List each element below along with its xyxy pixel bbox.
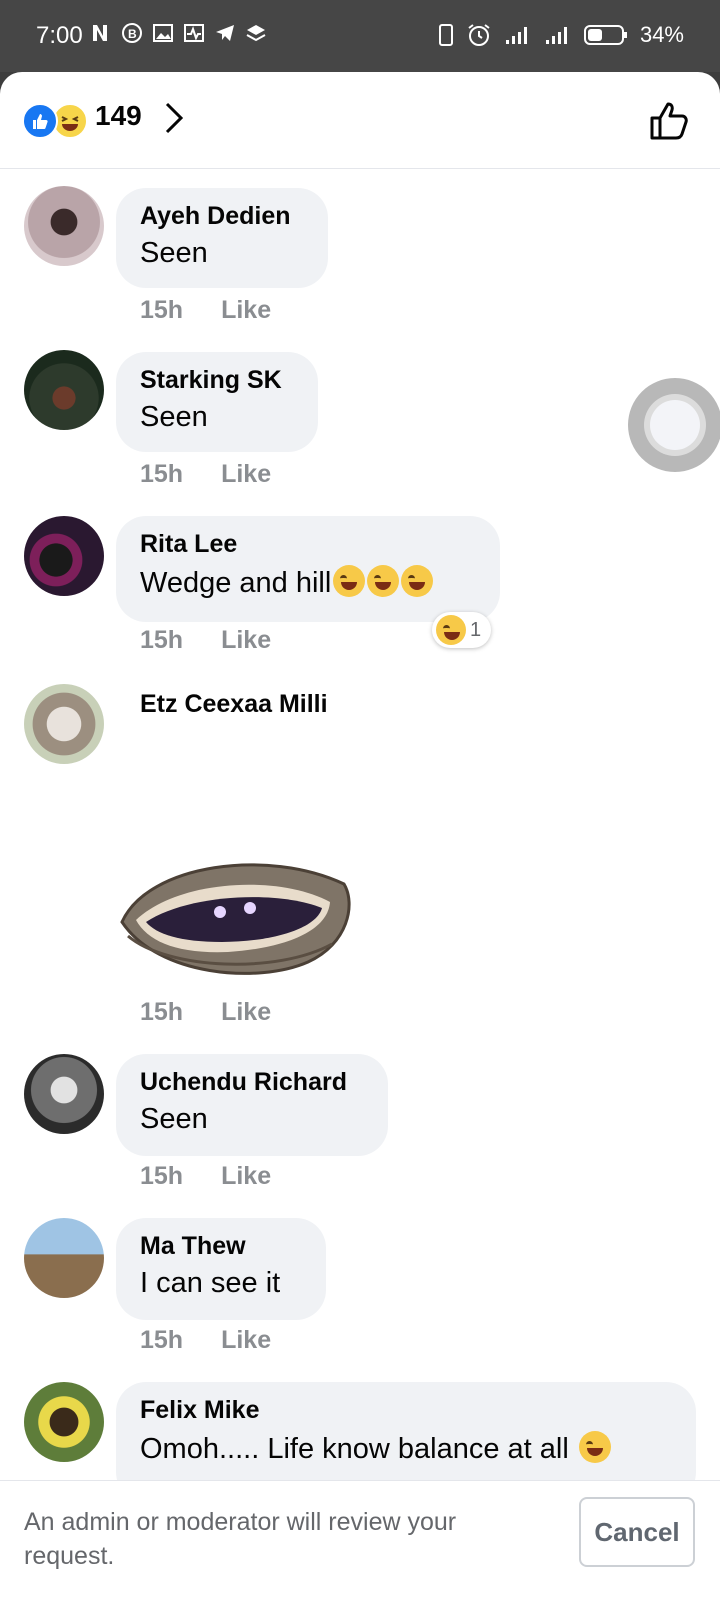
review-notice: An admin or moderator will review your r… <box>24 1508 457 1570</box>
comment-bubble[interactable]: Ayeh Dedien Seen <box>116 188 328 288</box>
comment-like-link[interactable]: Like <box>221 626 271 655</box>
pending-review-footer: An admin or moderator will review your r… <box>0 1480 720 1601</box>
comment-text: Seen <box>140 1103 208 1135</box>
commenter-name[interactable]: Rita Lee <box>140 530 476 559</box>
status-time: 7:00 <box>36 22 83 49</box>
comment-time: 15h <box>140 296 184 324</box>
status-bar: 7:00 B 34% <box>0 0 720 72</box>
comment-meta: 15h Like <box>140 460 271 489</box>
alarm-icon <box>468 24 490 46</box>
comments-sheet: 149 Ayeh Dedien Seen 15h Like Starking S… <box>0 72 720 1600</box>
commenter-name[interactable]: Ma Thew <box>140 1232 302 1261</box>
comment-text: Seen <box>140 401 208 433</box>
signal-icon <box>505 27 527 44</box>
reactions-header: 149 <box>0 72 720 169</box>
joy-emoji-icon <box>578 1431 611 1463</box>
like-button-icon[interactable] <box>648 98 692 142</box>
comment-meta: 15h Like <box>140 1162 271 1191</box>
activity-icon <box>184 24 204 42</box>
joy-emoji-icon <box>333 565 366 597</box>
system-status-icons: 34% <box>438 22 684 48</box>
comment-like-link[interactable]: Like <box>221 1326 271 1355</box>
comment-meta: 15h Like <box>140 626 271 655</box>
comment-meta: 15h Like <box>140 998 271 1027</box>
comment-like-link[interactable]: Like <box>221 296 271 325</box>
comment-bubble[interactable]: Starking SK Seen <box>116 352 318 452</box>
cancel-button[interactable]: Cancel <box>579 1497 695 1567</box>
comment-like-link[interactable]: Like <box>221 998 271 1027</box>
avatar[interactable] <box>24 516 104 596</box>
battery-icon <box>583 25 627 45</box>
comment-time: 15h <box>140 1162 184 1190</box>
reaction-count: 149 <box>95 100 142 131</box>
commenter-name[interactable]: Starking SK <box>140 366 294 395</box>
commenter-name[interactable]: Felix Mike <box>140 1396 672 1425</box>
assistive-touch-button[interactable] <box>628 378 720 472</box>
commenter-name[interactable]: Ayeh Dedien <box>140 202 304 231</box>
avatar[interactable] <box>24 684 104 764</box>
avatar[interactable] <box>24 1382 104 1462</box>
oyster-sticker[interactable] <box>118 844 354 986</box>
haha-reaction-icon <box>436 615 466 645</box>
signal-icon <box>545 27 567 44</box>
vibrate-icon <box>438 24 453 46</box>
b-circle-icon: B <box>122 23 142 43</box>
chevron-right-icon <box>165 102 184 134</box>
comment-bubble[interactable]: Uchendu Richard Seen <box>116 1054 388 1156</box>
battery-percent: 34% <box>639 22 684 47</box>
comment-text: Seen <box>140 237 208 269</box>
notification-icons: B <box>90 22 267 44</box>
comment-time: 15h <box>140 1326 184 1354</box>
comment-like-link[interactable]: Like <box>221 1162 271 1191</box>
comment-time: 15h <box>140 998 184 1026</box>
avatar[interactable] <box>24 1054 104 1134</box>
comment-meta: 15h Like <box>140 296 271 325</box>
netflix-icon <box>93 25 107 41</box>
commenter-name[interactable]: Etz Ceexaa Milli <box>140 690 328 719</box>
comment-time: 15h <box>140 460 184 488</box>
avatar[interactable] <box>24 350 104 430</box>
rofl-emoji-icon <box>367 565 400 597</box>
avatar[interactable] <box>24 186 104 266</box>
reaction-badge-count: 1 <box>470 618 482 641</box>
comment-bubble[interactable]: Ma Thew I can see it <box>116 1218 326 1320</box>
comment-meta: 15h Like <box>140 1326 271 1355</box>
commenter-name[interactable]: Uchendu Richard <box>140 1068 364 1097</box>
comment-text: Omoh..... Life know balance at all <box>140 1431 672 1466</box>
svg-text:B: B <box>128 27 137 41</box>
comment-text: Wedge and hill <box>140 565 476 600</box>
like-reaction-icon <box>22 103 58 139</box>
comment-bubble[interactable]: Rita Lee Wedge and hill <box>116 516 500 622</box>
avatar[interactable] <box>24 1218 104 1298</box>
comment-text: I can see it <box>140 1267 281 1299</box>
comment-like-link[interactable]: Like <box>221 460 271 489</box>
rofl-emoji-icon <box>401 565 434 597</box>
image-icon <box>153 24 173 42</box>
telegram-icon <box>216 25 234 41</box>
comment-time: 15h <box>140 626 184 654</box>
comment-reaction-badge[interactable]: 1 <box>432 612 492 648</box>
layers-icon <box>246 25 266 42</box>
